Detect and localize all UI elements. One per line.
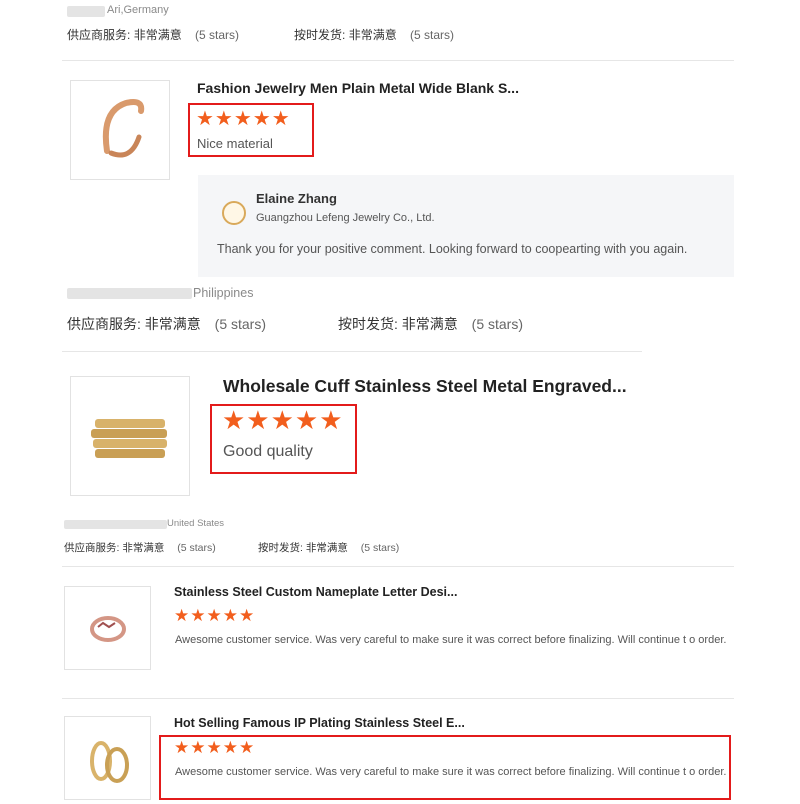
rating-summary: 按时发货: 非常满意 (5 stars) [338,314,523,334]
delivery-stars: (5 stars) [471,316,524,332]
review-comment: Awesome customer service. Was very caref… [175,634,727,646]
supplier-service-stars: (5 stars) [214,316,267,332]
supplier-service-stars: (5 stars) [195,28,240,42]
supplier-service-value: 非常满意 [122,542,165,554]
highlight-box [159,735,731,800]
rating-summary: 供应商服务: 非常满意 (5 stars) [64,540,216,555]
delivery-value: 非常满意 [305,542,348,554]
product-thumbnail[interactable] [70,80,170,180]
rating-summary: 按时发货: 非常满意 (5 stars) [294,26,454,43]
divider [62,60,734,61]
divider [62,566,734,567]
reviewer-name-blurred [67,288,192,299]
delivery-stars: (5 stars) [410,28,455,42]
cuff-bracelets-image-icon [91,419,167,458]
reviewer-name-blurred [67,6,105,17]
product-title-link[interactable]: Fashion Jewelry Men Plain Metal Wide Bla… [197,80,537,96]
product-title-link[interactable]: Hot Selling Famous IP Plating Stainless … [174,716,474,730]
supplier-avatar-icon [222,201,246,225]
reply-company: Guangzhou Lefeng Jewelry Co., Ltd. [256,212,435,224]
delivery-label: 按时发货: [294,28,346,42]
product-thumbnail[interactable] [64,586,151,670]
rating-summary: 按时发货: 非常满意 (5 stars) [258,540,399,555]
product-thumbnail[interactable] [70,376,190,496]
delivery-value: 非常满意 [348,28,397,42]
delivery-value: 非常满意 [401,316,458,332]
highlight-box [188,103,314,157]
reply-author: Elaine Zhang [256,191,337,206]
supplier-service-label: 供应商服务: [67,28,131,42]
supplier-service-value: 非常满意 [133,28,182,42]
delivery-stars: (5 stars) [360,542,400,554]
supplier-service-value: 非常满意 [144,316,201,332]
supplier-service-stars: (5 stars) [177,542,216,554]
supplier-service-label: 供应商服务: [64,542,120,554]
ring-image-icon [90,616,126,642]
reviewer-country: United States [167,518,225,529]
rating-summary: 供应商服务: 非常满意 (5 stars) [67,26,239,43]
star-rating: ★★★★★ [174,606,256,625]
rating-summary: 供应商服务: 非常满意 (5 stars) [67,314,266,334]
product-title-link[interactable]: Wholesale Cuff Stainless Steel Metal Eng… [223,376,643,397]
reviewer-country: Ari,Germany [107,4,169,16]
divider [62,698,734,699]
highlight-box [210,404,357,474]
supplier-reply: Elaine Zhang Guangzhou Lefeng Jewelry Co… [198,175,734,277]
product-title-link[interactable]: Stainless Steel Custom Nameplate Letter … [174,585,474,599]
rings-image-icon [90,741,129,783]
product-thumbnail[interactable] [64,716,151,800]
reply-text: Thank you for your positive comment. Loo… [217,242,688,256]
delivery-label: 按时发货: [258,542,303,554]
bangle-image-icon [102,99,145,158]
divider [62,351,642,352]
reviewer-name-blurred [64,520,167,529]
reviewer-country: Philippines [193,286,254,300]
supplier-service-label: 供应商服务: [67,316,141,332]
delivery-label: 按时发货: [338,316,398,332]
